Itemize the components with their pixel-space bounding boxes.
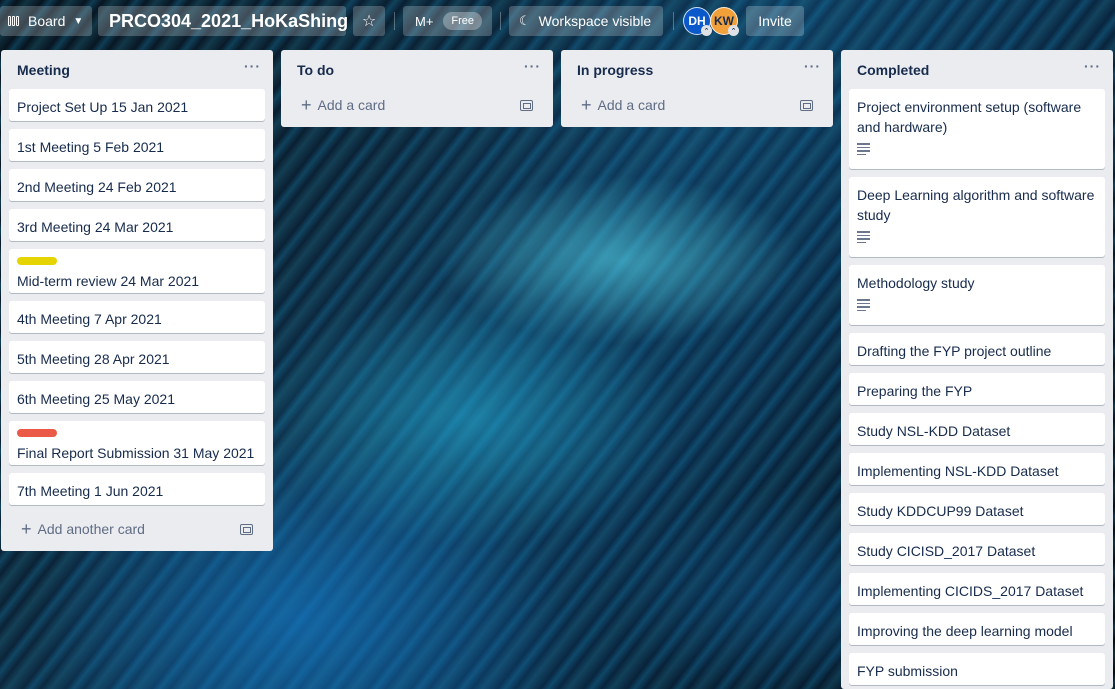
card-title: 2nd Meeting 24 Feb 2021: [17, 179, 177, 195]
admin-badge-icon: ⌃: [728, 25, 739, 36]
card[interactable]: 7th Meeting 1 Jun 2021: [9, 473, 265, 505]
card[interactable]: Study CICISD_2017 Dataset: [849, 533, 1105, 565]
card-title: Preparing the FYP: [857, 383, 973, 399]
card[interactable]: Study KDDCUP99 Dataset: [849, 493, 1105, 525]
add-card-label: Add a card: [597, 97, 666, 113]
list-title-text: In progress: [577, 62, 654, 78]
card-title: FYP submission: [857, 663, 958, 679]
card-title: 1st Meeting 5 Feb 2021: [17, 139, 165, 155]
card-title: Project Set Up 15 Jan 2021: [17, 99, 189, 115]
card-title: Project environment setup (software and …: [857, 99, 1082, 135]
add-card-button[interactable]: + Add a card: [289, 91, 545, 119]
card-title: Drafting the FYP project outline: [857, 343, 1052, 359]
add-card-button[interactable]: + Add a card: [569, 91, 825, 119]
plus-icon: +: [301, 95, 312, 115]
card-title: 6th Meeting 25 May 2021: [17, 391, 175, 407]
plus-icon: +: [581, 95, 592, 115]
card-label-yellow[interactable]: [17, 257, 57, 265]
list-title-text: Meeting: [17, 62, 70, 78]
board-header: Board ▼ PRCO304_2021_HoKaShing ☆ M+ Free…: [0, 0, 1115, 42]
card[interactable]: 3rd Meeting 24 Mar 2021: [9, 209, 265, 241]
workspace-visibility-icon: ☾: [519, 13, 531, 28]
board-title[interactable]: PRCO304_2021_HoKaShing: [98, 6, 348, 36]
list-title-text: Completed: [857, 62, 930, 78]
board-icon: [8, 16, 22, 26]
card[interactable]: Drafting the FYP project outline: [849, 333, 1105, 365]
divider: [500, 12, 501, 30]
list-completed: Completed ··· Project environment setup …: [841, 50, 1113, 689]
card[interactable]: Preparing the FYP: [849, 373, 1105, 405]
card[interactable]: 1st Meeting 5 Feb 2021: [9, 129, 265, 161]
card[interactable]: Deep Learning algorithm and software stu…: [849, 177, 1105, 257]
plus-icon: +: [21, 519, 32, 539]
card[interactable]: 2nd Meeting 24 Feb 2021: [9, 169, 265, 201]
invite-button[interactable]: Invite: [746, 6, 804, 36]
card-template-icon[interactable]: [520, 99, 533, 111]
card-title: 7th Meeting 1 Jun 2021: [17, 483, 164, 499]
description-icon: [857, 143, 870, 155]
card[interactable]: Project environment setup (software and …: [849, 89, 1105, 169]
card[interactable]: 4th Meeting 7 Apr 2021: [9, 301, 265, 333]
avatar[interactable]: DH ⌃: [683, 7, 712, 36]
add-card-button[interactable]: + Add another card: [9, 515, 265, 543]
list-menu-icon[interactable]: ···: [524, 58, 541, 74]
visibility-button[interactable]: ☾ Workspace visible: [509, 6, 663, 36]
list-in-progress: In progress ··· + Add a card: [561, 50, 833, 127]
card-title: Deep Learning algorithm and software stu…: [857, 187, 1095, 223]
card-title: 5th Meeting 28 Apr 2021: [17, 351, 170, 367]
card[interactable]: 6th Meeting 25 May 2021: [9, 381, 265, 413]
list-to-do: To do ··· + Add a card: [281, 50, 553, 127]
add-card-label: Add a card: [317, 97, 386, 113]
divider: [394, 12, 395, 30]
card-title: Methodology study: [857, 275, 975, 291]
card-title: Final Report Submission 31 May 2021: [17, 445, 255, 461]
list-title[interactable]: Completed ···: [841, 50, 1113, 88]
add-card-label: Add another card: [37, 521, 145, 537]
card-title: Study KDDCUP99 Dataset: [857, 503, 1024, 519]
free-badge: Free: [443, 12, 483, 30]
card-title: 4th Meeting 7 Apr 2021: [17, 311, 162, 327]
card[interactable]: Project Set Up 15 Jan 2021: [9, 89, 265, 121]
card[interactable]: 5th Meeting 28 Apr 2021: [9, 341, 265, 373]
chevron-down-icon: ▼: [73, 15, 84, 27]
card[interactable]: Implementing CICIDS_2017 Dataset: [849, 573, 1105, 605]
board-view-button[interactable]: Board ▼: [0, 6, 92, 36]
card-title: 3rd Meeting 24 Mar 2021: [17, 219, 174, 235]
description-icon: [857, 231, 870, 243]
card[interactable]: Methodology study: [849, 265, 1105, 325]
star-icon[interactable]: ☆: [353, 6, 385, 36]
card-template-icon[interactable]: [800, 99, 813, 111]
card-template-icon[interactable]: [240, 523, 253, 535]
card-label-red[interactable]: [17, 429, 57, 437]
description-icon: [857, 299, 870, 311]
card[interactable]: Final Report Submission 31 May 2021: [9, 421, 265, 465]
divider: [673, 12, 674, 30]
workspace-label: M+: [415, 13, 434, 29]
card-title: Study NSL-KDD Dataset: [857, 423, 1011, 439]
card-title: Study CICISD_2017 Dataset: [857, 543, 1036, 559]
list-title[interactable]: In progress ···: [561, 50, 833, 88]
visibility-label: Workspace visible: [538, 13, 652, 29]
board-view-label: Board: [28, 13, 66, 29]
card-title: Implementing NSL-KDD Dataset: [857, 463, 1059, 479]
workspace-button[interactable]: M+ Free: [403, 6, 492, 36]
card[interactable]: Study NSL-KDD Dataset: [849, 413, 1105, 445]
list-meeting: Meeting ··· Project Set Up 15 Jan 2021 1…: [1, 50, 273, 551]
list-menu-icon[interactable]: ···: [804, 58, 821, 74]
avatar[interactable]: KW ⌃: [710, 7, 739, 36]
card-title: Implementing CICIDS_2017 Dataset: [857, 583, 1084, 599]
card-title: Mid-term review 24 Mar 2021: [17, 273, 200, 289]
card[interactable]: Improving the deep learning model: [849, 613, 1105, 645]
card[interactable]: Mid-term review 24 Mar 2021: [9, 249, 265, 293]
card-title: Improving the deep learning model: [857, 623, 1073, 639]
list-title-text: To do: [297, 62, 335, 78]
list-title[interactable]: Meeting ···: [1, 50, 273, 88]
card[interactable]: Implementing NSL-KDD Dataset: [849, 453, 1105, 485]
list-title[interactable]: To do ···: [281, 50, 553, 88]
list-menu-icon[interactable]: ···: [244, 58, 261, 74]
list-menu-icon[interactable]: ···: [1084, 58, 1101, 74]
card[interactable]: FYP submission: [849, 653, 1105, 685]
